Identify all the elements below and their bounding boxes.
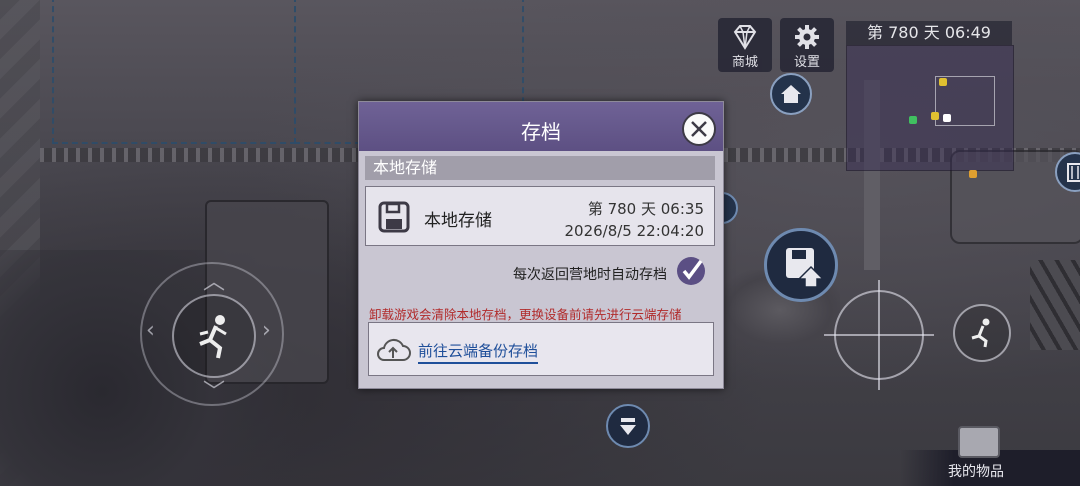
slot-datetime: 2026/8/5 22:04:20 [564, 222, 704, 240]
crosshair-line [878, 280, 880, 390]
sprint-button[interactable] [953, 304, 1011, 362]
settings-button[interactable]: 设置 [780, 18, 834, 72]
arrow-right-icon: › [262, 318, 271, 343]
bin-icon [1067, 163, 1080, 182]
diamond-icon [733, 25, 757, 50]
minimap-marker [931, 112, 939, 120]
home-marker-button[interactable] [770, 73, 812, 115]
minimap-marker [939, 78, 947, 86]
checkmark-icon [682, 259, 703, 280]
local-save-slot[interactable]: 本地存储 第 780 天 06:35 2026/8/5 22:04:20 [365, 186, 715, 246]
minimap-marker [909, 116, 917, 124]
dialog-title: 存档 [521, 120, 561, 144]
cloud-backup-button[interactable]: 前往云端备份存档 [368, 322, 714, 376]
chest-icon [958, 426, 1000, 458]
movement-joystick[interactable]: ︿ ﹀ ‹ › [140, 262, 284, 406]
storage-marker-button[interactable] [1055, 152, 1080, 192]
attack-crosshair[interactable] [824, 280, 934, 390]
autosave-label: 每次返回营地时自动存档 [513, 267, 667, 283]
checkbox[interactable] [677, 257, 705, 285]
quick-save-button[interactable] [764, 228, 838, 302]
save-dialog: 存档 本地存储 本地存储 第 780 天 06:35 2026/8/5 22:0… [358, 101, 724, 389]
descend-button[interactable] [606, 404, 650, 448]
uninstall-warning: 卸载游戏会清除本地存档，更换设备前请先进行云端存储 [369, 307, 682, 322]
wood-planks [1030, 260, 1080, 350]
save-floppy-icon [786, 248, 825, 288]
minimap-marker [943, 114, 951, 122]
dialog-header: 存档 [359, 102, 723, 151]
slot-day-time: 第 780 天 06:35 [587, 200, 704, 218]
shop-label: 商城 [731, 55, 758, 70]
floppy-disk-icon [378, 201, 410, 233]
arrow-left-icon: ‹ [146, 318, 155, 343]
local-storage-section-title: 本地存储 [365, 156, 715, 180]
close-button[interactable] [682, 112, 716, 146]
minimap[interactable] [846, 45, 1014, 178]
running-man-icon [971, 318, 990, 348]
arrow-up-icon: ︿ [203, 270, 226, 295]
inventory-label: 我的物品 [948, 464, 1004, 480]
close-icon [691, 121, 707, 137]
arrow-down-icon [620, 418, 636, 435]
gear-icon [795, 25, 819, 49]
running-man-icon [199, 315, 227, 359]
settings-label: 设置 [793, 55, 820, 70]
joystick-hub[interactable] [172, 294, 256, 378]
house-icon [781, 85, 801, 103]
cloud-upload-icon [377, 338, 411, 361]
inventory-button[interactable]: 我的物品 [900, 426, 1080, 486]
building-outline [52, 0, 296, 144]
slot-name: 本地存储 [424, 211, 492, 231]
day-time-display: 第 780 天 06:49 [846, 21, 1012, 45]
minimap-marker [969, 170, 977, 178]
cloud-backup-label: 前往云端备份存档 [418, 340, 539, 364]
shop-button[interactable]: 商城 [718, 18, 772, 72]
